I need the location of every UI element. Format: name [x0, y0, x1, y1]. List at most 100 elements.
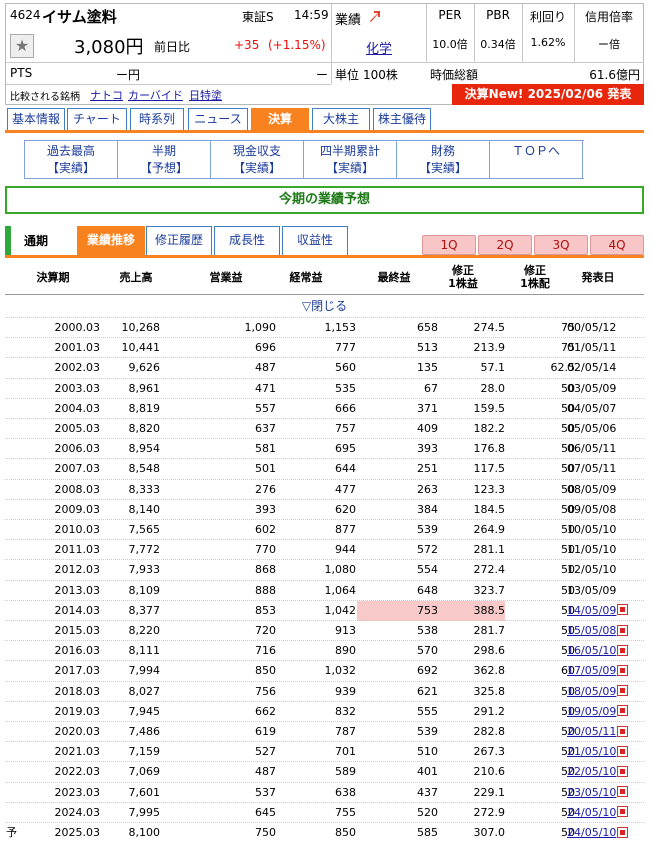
subnav-finance-label: 財務: [430, 144, 455, 158]
cell-date: 09/05/08: [567, 500, 645, 520]
subnav-record[interactable]: 過去最高 【実績】: [25, 141, 118, 178]
pdf-icon[interactable]: [617, 644, 629, 656]
compare-link-1[interactable]: ナトコ: [90, 87, 123, 103]
date-text[interactable]: 24/05/10: [567, 806, 616, 819]
time-label: 14:59: [294, 8, 329, 22]
cell-dps: 50: [561, 462, 575, 476]
subnav-cashflow[interactable]: 現金収支 【実績】: [211, 141, 304, 178]
table-header: 決算期 売上高 営業益 経常益 最終益 修正 1株益 修正 1株配 発表日: [5, 259, 644, 295]
cell-date[interactable]: 21/05/10: [567, 742, 645, 762]
cell-dps: 50: [561, 765, 575, 779]
cell-net: 570: [417, 644, 438, 658]
date-text[interactable]: 16/05/10: [567, 644, 616, 657]
tab-news[interactable]: ニュース: [188, 108, 248, 130]
cell-operating: 662: [255, 704, 276, 718]
compare-label: 比較される銘柄: [10, 92, 80, 103]
cell-date[interactable]: 24/05/10: [567, 803, 645, 823]
quarter-button-3q[interactable]: 3Q: [534, 235, 588, 255]
cell-date[interactable]: 19/05/09: [567, 702, 645, 722]
cell-operating: 393: [255, 502, 276, 516]
quarter-button-2q[interactable]: 2Q: [478, 235, 532, 255]
date-text[interactable]: 14/05/09: [567, 604, 616, 617]
collapse-toggle[interactable]: ▽閉じる: [5, 296, 644, 317]
cell-net: 251: [417, 462, 438, 476]
pdf-icon[interactable]: [617, 604, 629, 616]
tab-ookabunushi[interactable]: 大株主: [312, 108, 370, 130]
cell-eps: 282.8: [473, 725, 506, 738]
date-text[interactable]: 17/05/09: [567, 664, 616, 677]
pdf-icon[interactable]: [617, 725, 629, 737]
cell-eps: 388.5: [473, 603, 506, 617]
pdf-icon[interactable]: [617, 705, 629, 717]
cell-sales: 8,100: [128, 826, 161, 839]
subnav-top[interactable]: ＴＯＰへ: [490, 141, 583, 178]
pdf-icon[interactable]: [617, 745, 629, 757]
cell-date[interactable]: 20/05/11: [567, 722, 645, 742]
pdf-icon[interactable]: [617, 624, 629, 636]
pdf-icon[interactable]: [617, 664, 629, 676]
cell-ordinary: 535: [335, 381, 356, 395]
cell-date[interactable]: 18/05/09: [567, 682, 645, 702]
sector-link[interactable]: 化学: [366, 38, 392, 57]
pdf-icon[interactable]: [617, 826, 629, 838]
date-text[interactable]: 20/05/11: [567, 725, 616, 738]
tab-underline: [5, 130, 644, 133]
cell-ordinary: 666: [335, 401, 356, 415]
table-row: 2018.03 8,027 756 939 621 325.8 50 18/05/09: [5, 680, 645, 702]
subnav-quarterly[interactable]: 四半期累計 【実績】: [304, 141, 397, 178]
cell-net: 539: [417, 523, 438, 536]
quarter-button-4q[interactable]: 4Q: [590, 235, 644, 255]
kessan-new-banner[interactable]: 決算New! 2025/02/06 発表: [452, 84, 644, 105]
tab-kessan[interactable]: 決算: [251, 108, 309, 130]
date-text: 06/05/11: [567, 442, 617, 456]
compare-link-3[interactable]: 日特塗: [189, 87, 222, 103]
cell-date[interactable]: 14/05/09: [567, 601, 645, 621]
date-text[interactable]: 15/05/08: [567, 624, 616, 637]
cell-date[interactable]: 22/05/10: [567, 762, 645, 782]
cell-date[interactable]: 24/05/10: [567, 823, 645, 843]
compare-link-2[interactable]: カーバイド: [128, 87, 183, 103]
date-text[interactable]: 19/05/09: [567, 705, 616, 718]
date-text[interactable]: 18/05/09: [567, 685, 616, 698]
tab-yuutai[interactable]: 株主優待: [373, 108, 431, 130]
cell-ordinary: 890: [335, 644, 356, 658]
subnav-cashflow-sublabel: 【実績】: [232, 161, 281, 175]
cell-date[interactable]: 17/05/09: [567, 661, 645, 681]
cell-date[interactable]: 16/05/10: [567, 641, 645, 661]
cell-dps: 50: [561, 684, 575, 698]
pdf-icon[interactable]: [617, 806, 629, 818]
cell-date[interactable]: 23/05/10: [567, 783, 645, 803]
table-row: 2006.03 8,954 581 695 393 176.8 50 06/05/11: [5, 438, 644, 458]
cell-eps: 264.9: [473, 523, 506, 536]
subtab-gyoseki[interactable]: 業績推移: [77, 226, 145, 255]
cell-dps: 60: [561, 664, 575, 678]
tab-jikeiretsu[interactable]: 時系列: [130, 108, 184, 130]
cell-sales: 7,565: [128, 523, 161, 536]
th-period: 決算期: [36, 270, 70, 284]
quarter-button-1q[interactable]: 1Q: [422, 235, 476, 255]
cell-net: 538: [417, 624, 438, 637]
table-row: 2010.03 7,565 602 877 539 264.9 50 10/05/10: [5, 519, 644, 539]
cell-sales: 7,994: [128, 664, 161, 678]
pdf-icon[interactable]: [617, 765, 629, 777]
star-icon[interactable]: ★: [10, 34, 34, 58]
date-text[interactable]: 24/05/10: [567, 826, 616, 839]
cell-ordinary: 620: [335, 502, 356, 516]
subtab-shusei[interactable]: 修正履歴: [146, 226, 212, 255]
table-row: 予 2025.03 8,100 750 850 585 307.0 50 24/05/10: [5, 822, 644, 842]
cell-date[interactable]: 15/05/08: [567, 621, 645, 641]
subnav-finance[interactable]: 財務 【実績】: [397, 141, 490, 178]
date-text[interactable]: 21/05/10: [567, 745, 616, 758]
date-text[interactable]: 23/05/10: [567, 786, 616, 799]
cell-eps: 272.9: [473, 805, 506, 819]
subtab-shueki[interactable]: 収益性: [282, 226, 348, 255]
pdf-icon[interactable]: [617, 786, 629, 798]
tab-kihon[interactable]: 基本情報: [7, 108, 65, 130]
subtab-seicho[interactable]: 成長性: [214, 226, 280, 255]
credit-label: 信用倍率: [584, 10, 633, 24]
tab-chart[interactable]: チャート: [67, 108, 127, 130]
subnav-half[interactable]: 半期 【予想】: [118, 141, 211, 178]
date-text[interactable]: 22/05/10: [567, 765, 616, 778]
pdf-icon[interactable]: [617, 685, 629, 697]
th-operating: 営業益: [209, 270, 243, 284]
